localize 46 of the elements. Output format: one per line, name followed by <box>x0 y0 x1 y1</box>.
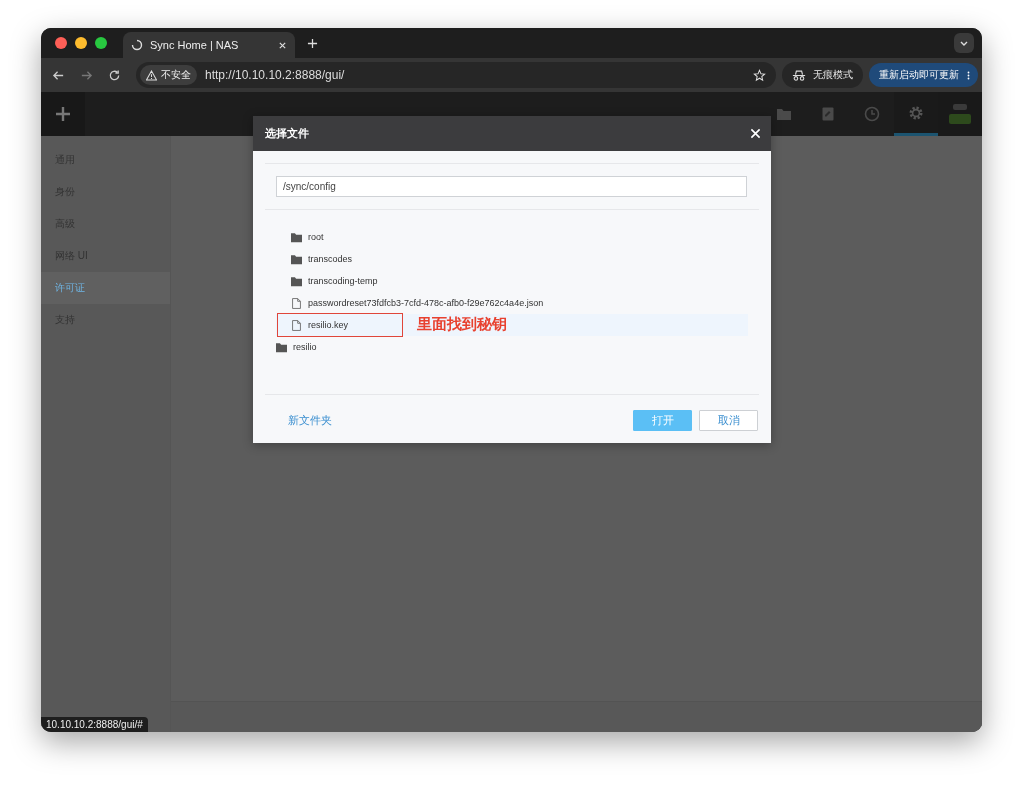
path-field[interactable]: /sync/config <box>276 176 747 197</box>
cancel-button[interactable]: 取消 <box>699 410 758 431</box>
file-row[interactable]: resilio.key 里面找到秘钥 <box>276 314 748 336</box>
folder-icon <box>291 231 302 243</box>
file-row[interactable]: passwordreset73fdfcb3-7cfd-478c-afb0-f29e762c4a4e.json <box>276 292 748 314</box>
loading-icon <box>131 39 143 51</box>
folder-icon <box>276 341 287 353</box>
annotation-text: 里面找到秘钥 <box>417 315 507 334</box>
file-name: root <box>308 232 324 242</box>
file-name: transcoding-temp <box>308 276 378 286</box>
file-row[interactable]: resilio <box>276 336 748 358</box>
warning-icon <box>146 69 157 81</box>
minimize-window-icon[interactable] <box>75 37 87 49</box>
update-button[interactable]: 重新启动即可更新 <box>869 63 978 87</box>
close-icon[interactable] <box>278 40 287 50</box>
browser-tab[interactable]: Sync Home | NAS <box>123 32 295 58</box>
file-name: passwordreset73fdfcb3-7cfd-478c-afb0-f29e762c4a4e.json <box>308 298 544 308</box>
file-row[interactable]: transcoding-temp <box>276 270 748 292</box>
plus-icon <box>55 106 71 122</box>
incognito-button[interactable]: 无痕模式 <box>782 62 863 88</box>
file-icon <box>291 297 302 309</box>
security-chip[interactable]: 不安全 <box>140 65 197 85</box>
file-name: resilio <box>293 342 317 352</box>
address-bar[interactable]: 不安全 http://10.10.10.2:8888/gui/ <box>136 62 776 88</box>
link-status-bubble: 10.10.10.2:8888/gui/# <box>41 717 148 732</box>
close-window-icon[interactable] <box>55 37 67 49</box>
maximize-window-icon[interactable] <box>95 37 107 49</box>
tab-search-button[interactable] <box>954 33 974 53</box>
tab-title: Sync Home | NAS <box>150 39 240 51</box>
url-text: http://10.10.10.2:8888/gui/ <box>205 68 345 82</box>
new-tab-icon[interactable] <box>307 37 318 49</box>
file-row[interactable]: transcodes <box>276 248 748 270</box>
license-badge-icon <box>949 114 971 124</box>
folder-icon <box>291 253 302 265</box>
more-icon <box>967 69 970 81</box>
file-name: resilio.key <box>308 320 348 330</box>
file-row[interactable]: root <box>276 226 748 248</box>
incognito-icon <box>792 69 806 81</box>
file-icon <box>291 319 302 331</box>
dialog-title: 选择文件 <box>265 126 310 141</box>
new-folder-link[interactable]: 新文件夹 <box>288 413 332 428</box>
folder-icon <box>291 275 302 287</box>
file-name: transcodes <box>308 254 353 264</box>
add-button[interactable] <box>41 92 85 136</box>
bookmark-star-icon[interactable] <box>753 68 766 82</box>
reload-icon[interactable] <box>108 68 121 82</box>
